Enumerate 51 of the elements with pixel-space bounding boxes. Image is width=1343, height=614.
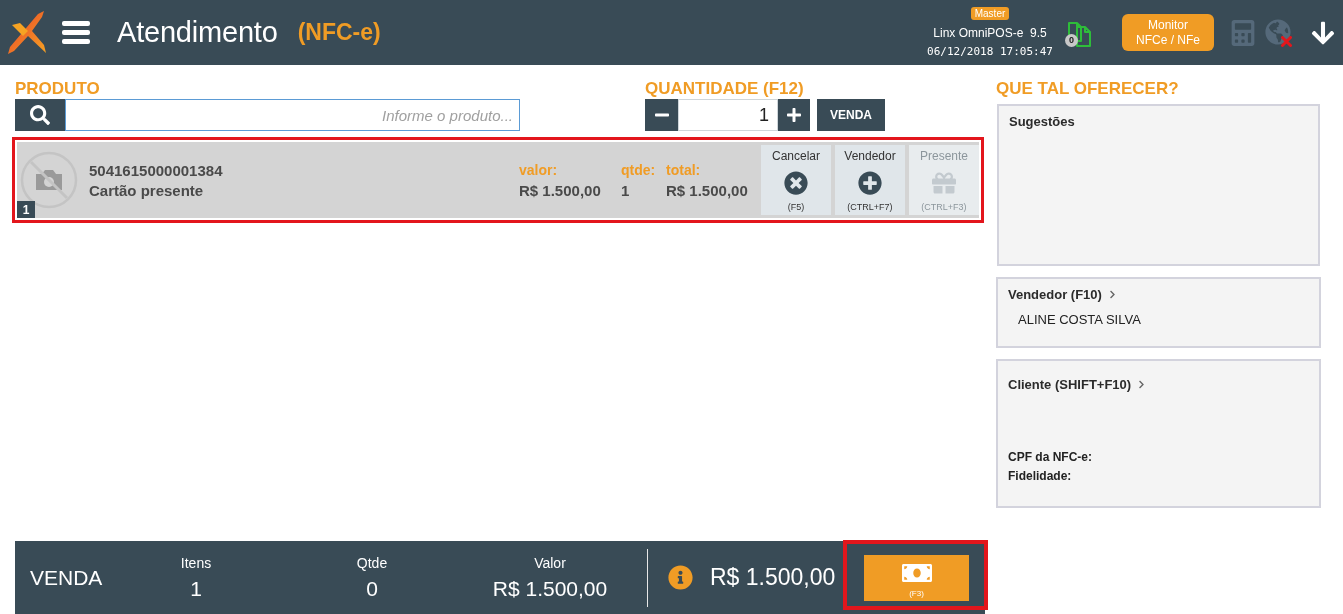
quantity-label: QUANTIDADE (F12) [645,79,805,99]
menu-icon[interactable] [62,21,90,44]
product-label: PRODUTO [15,79,101,99]
price-label: valor: [519,161,559,178]
decrease-button[interactable] [645,99,678,131]
arrow-down-icon[interactable] [1310,19,1336,46]
document-count-badge: 0 [1065,33,1078,47]
item-action-button[interactable]: Vendedor (CTRL+F7) [835,145,905,215]
logo-icon [8,10,46,55]
page-title: Atendimento [117,16,278,49]
stat-label: Qtde [356,554,388,571]
client-panel[interactable]: Cliente (SHIFT+F10) CPF da NFC-e: Fidelidade: [996,359,1321,508]
chevron-right-icon [1107,290,1117,299]
gift-icon [932,170,956,195]
panel-title: Vendedor (F10) [1008,287,1102,302]
chevron-right-icon [1137,380,1147,389]
price-value: R$ 1.500,00 [519,181,602,199]
info-icon[interactable] [668,565,693,590]
app-version: Linx OmniPOS-e 9.5 [933,26,1047,40]
stat-label: Itens [180,554,212,571]
stat-value: 1 [190,576,202,601]
price-value: R$ 1.500,00 [666,181,749,199]
offer-heading: QUE TAL OFERECER? [996,79,1180,99]
summary-title: VENDA [29,565,104,590]
total-amount: R$ 1.500,00 [710,564,836,591]
stat-value: 0 [366,576,378,601]
product-name: Cartão presente [89,181,205,199]
panel-title: Cliente (SHIFT+F10) [1008,377,1132,392]
seller-panel[interactable]: Vendedor (F10) ALINE COSTA SILVA [996,277,1321,348]
sell-button[interactable]: VENDA [817,99,885,131]
seller-name: ALINE COSTA SILVA [1018,312,1142,327]
item-number: 1 [17,201,35,218]
panel-title: Sugestões [1009,114,1076,129]
price-label: total: [666,161,702,178]
page-subtitle: (NFC-e) [297,19,381,46]
quantity-input[interactable]: 1 [678,99,778,131]
profile-badge: Master [970,7,1010,20]
price-label: qtde: [621,161,657,178]
item-action-button[interactable]: Cancelar (F5) [761,145,831,215]
price-value: 1 [621,181,631,199]
increase-button[interactable] [778,99,810,131]
search-button[interactable] [15,99,65,131]
plus-icon [786,107,802,123]
stat-value: R$ 1.500,00 [492,576,608,601]
client-field-label: Fidelidade: [1008,468,1073,485]
client-field-label: CPF da NFC-e: [1008,449,1093,466]
date-time: 06/12/2018 17:05:47 [927,45,1053,58]
product-input[interactable]: Informe o produto... [65,99,520,131]
stat-label: Valor [534,554,566,571]
search-icon [30,105,50,125]
product-code: 5041615000001384 [89,161,224,179]
